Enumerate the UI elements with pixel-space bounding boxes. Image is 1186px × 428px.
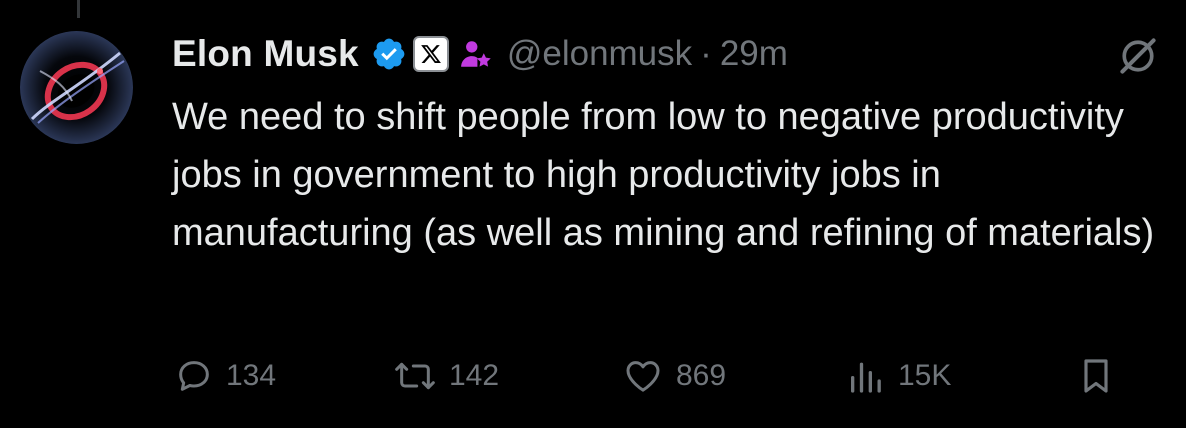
author-handle[interactable]: @elonmusk — [507, 34, 692, 74]
heart-icon — [622, 356, 664, 396]
tweet-header: Elon Musk @elonmusk · 29m — [172, 28, 788, 80]
repost-icon — [393, 356, 437, 396]
repost-count: 142 — [449, 359, 500, 392]
like-button[interactable]: 869 — [622, 350, 726, 402]
views-chart-icon — [846, 356, 886, 396]
reply-count: 134 — [226, 359, 277, 392]
author-name[interactable]: Elon Musk — [172, 33, 359, 75]
thread-connector-line — [77, 0, 80, 18]
reply-icon — [174, 356, 214, 396]
reply-button[interactable]: 134 — [174, 350, 276, 402]
tweet-action-bar: 134 142 869 15K — [0, 350, 1186, 402]
avatar[interactable] — [20, 31, 133, 144]
tweet-timestamp[interactable]: 29m — [720, 34, 788, 74]
like-count: 869 — [676, 359, 727, 392]
bookmark-button[interactable] — [1076, 350, 1116, 402]
repost-button[interactable]: 142 — [393, 350, 499, 402]
view-count: 15K — [898, 359, 952, 392]
affiliate-person-icon — [459, 37, 493, 71]
views-button[interactable]: 15K — [846, 350, 951, 402]
avatar-image — [20, 31, 133, 144]
time-separator: · — [700, 34, 712, 73]
bookmark-icon — [1076, 356, 1116, 396]
tweet-body-text: We need to shift people from low to nega… — [172, 96, 1155, 254]
verified-badge-icon — [371, 36, 407, 72]
x-logo-badge-icon[interactable] — [412, 36, 449, 72]
grok-icon[interactable] — [1116, 34, 1160, 78]
